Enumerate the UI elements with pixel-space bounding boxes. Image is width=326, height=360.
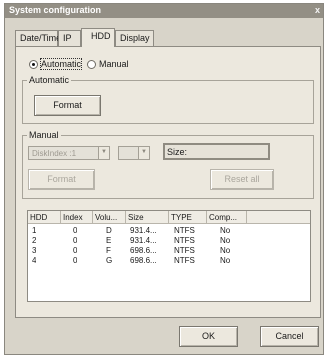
cell-index: 0 <box>73 256 78 265</box>
tab-ip[interactable]: IP <box>58 30 81 46</box>
manual-radio-label[interactable]: Manual <box>99 59 129 69</box>
size-field-label: Size: <box>167 147 188 157</box>
column-header-compressed[interactable]: Comp... <box>207 211 247 224</box>
tab-hdd-label: HDD <box>91 31 111 41</box>
column-header-index[interactable]: Index <box>61 211 93 224</box>
close-icon[interactable]: x <box>315 5 320 15</box>
cell-volume: G <box>106 256 113 265</box>
disk-index-select[interactable]: DiskIndex :1 ▼ <box>28 146 110 160</box>
column-header-volume[interactable]: Volu... <box>93 211 126 224</box>
tab-date-time[interactable]: Date/Time <box>15 30 62 46</box>
automatic-radio[interactable] <box>29 59 38 69</box>
size-field[interactable]: Size: <box>163 143 270 160</box>
cell-compressed: No <box>220 256 231 265</box>
cell-hdd: 4 <box>32 256 37 265</box>
column-header-hdd[interactable]: HDD <box>28 211 61 224</box>
hdd-table[interactable]: HDD Index Volu... Size TYPE Comp... 1 0 … <box>27 210 311 302</box>
window-title: System configuration <box>9 5 102 15</box>
automatic-radio-label[interactable]: Automatic <box>39 58 83 70</box>
column-header-type[interactable]: TYPE <box>169 211 207 224</box>
tab-display[interactable]: Display <box>115 30 154 46</box>
tab-strip: Date/Time IP HDD Display <box>15 28 321 47</box>
manual-group: Manual DiskIndex :1 ▼ ▼ Size: Format Res… <box>22 130 314 199</box>
second-select-chevron-down-icon[interactable]: ▼ <box>138 147 149 159</box>
tab-ip-label: IP <box>63 33 72 43</box>
automatic-format-button[interactable]: Format <box>34 95 101 116</box>
disk-index-chevron-down-icon[interactable]: ▼ <box>98 147 109 159</box>
automatic-group: Automatic Format <box>22 75 314 124</box>
title-bar: System configuration x <box>5 4 323 18</box>
table-header: HDD Index Volu... Size TYPE Comp... <box>28 211 310 224</box>
automatic-group-title: Automatic <box>27 75 72 85</box>
cell-size: 698.6... <box>130 256 157 265</box>
cell-type: NTFS <box>174 256 195 265</box>
manual-radio[interactable] <box>87 59 97 69</box>
column-header-size[interactable]: Size <box>126 211 169 224</box>
hdd-tab-panel: Automatic Manual Automatic Format Manual… <box>15 46 321 318</box>
mode-radio-group: Automatic Manual <box>29 58 135 70</box>
cancel-button[interactable]: Cancel <box>260 326 319 347</box>
tab-date-time-label: Date/Time <box>20 33 62 43</box>
tab-hdd[interactable]: HDD <box>81 28 115 47</box>
second-select[interactable]: ▼ <box>118 146 150 160</box>
manual-format-button[interactable]: Format <box>28 169 95 190</box>
disk-index-select-value: DiskIndex :1 <box>32 149 77 158</box>
tab-display-label: Display <box>120 33 150 43</box>
manual-group-title: Manual <box>27 130 61 140</box>
system-configuration-window: System configuration x Date/Time IP HDD … <box>4 3 324 355</box>
ok-button[interactable]: OK <box>179 326 238 347</box>
reset-all-button[interactable]: Reset all <box>210 169 274 190</box>
table-row[interactable]: 4 0 G 698.6... NTFS No <box>28 256 310 267</box>
